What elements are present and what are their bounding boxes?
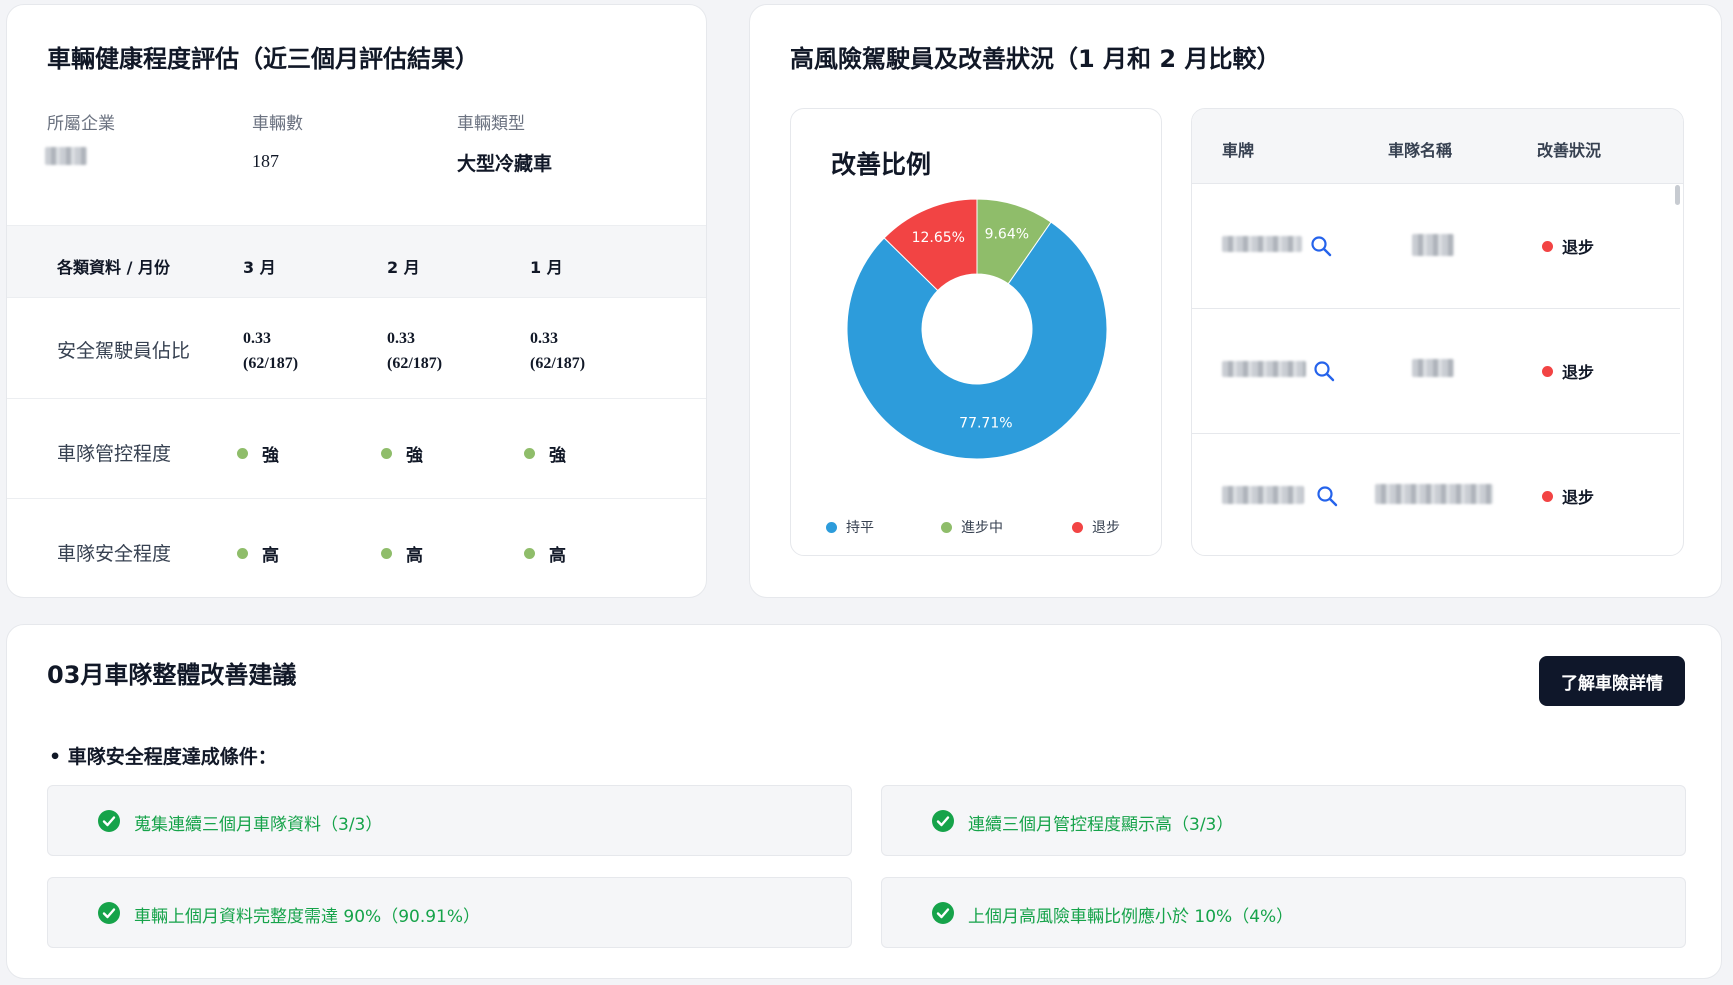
condition-text: 車輛上個月資料完整度需達 90%（90.91%） (134, 907, 481, 927)
company-name-redacted (45, 147, 87, 165)
plate-redacted (1222, 361, 1306, 377)
search-icon[interactable] (1309, 234, 1333, 258)
row-label-safe-driver: 安全駕駛員佔比 (57, 340, 191, 362)
risk-table-header: 車牌 車隊名稱 改善狀況 (1192, 109, 1683, 184)
status-dot-icon (1542, 240, 1553, 252)
donut-slice-label: 77.71% (959, 416, 1012, 432)
improvement-status: 退步 (1542, 359, 1594, 383)
insurance-details-button[interactable]: 了解車險詳情 (1539, 656, 1685, 706)
header-improvement-status: 改善狀況 (1537, 141, 1602, 160)
achievement-conditions-heading: • 車隊安全程度達成條件： (49, 746, 277, 768)
table-row: 退步 (1192, 434, 1680, 555)
check-circle-icon (98, 902, 120, 924)
donut-slice-label: 9.64% (985, 227, 1029, 243)
legend-dot-icon (941, 521, 952, 533)
safe-driver-march: 0.33 (62/187) (243, 330, 299, 372)
status-dot-icon (1542, 365, 1553, 377)
condition-item: 車輛上個月資料完整度需達 90%（90.91%） (47, 877, 852, 948)
condition-text: 上個月高風險車輛比例應小於 10%（4%） (968, 907, 1294, 927)
donut-slice-label: 12.65% (912, 230, 965, 246)
vehicle-count-value: 187 (252, 151, 279, 171)
row-label-control: 車隊管控程度 (57, 443, 172, 465)
fleet-name-redacted (1412, 234, 1454, 256)
safety-january: 高 (524, 541, 566, 566)
plate-redacted (1222, 236, 1302, 252)
header-category-month: 各類資料 / 月份 (57, 258, 170, 277)
company-label: 所屬企業 (47, 114, 115, 134)
status-dot-icon (237, 448, 248, 459)
status-dot-icon (524, 448, 535, 459)
table-row-safety: 車隊安全程度 高 高 高 (7, 499, 706, 597)
status-dot-icon (381, 548, 392, 559)
legend-item-regress[interactable]: 退步 (1072, 517, 1120, 537)
check-circle-icon (98, 810, 120, 832)
vehicle-count-label: 車輛數 (252, 114, 303, 134)
vehicle-health-card: 車輛健康程度評估（近三個月評估結果） 所屬企業 車輛數 187 車輛類型 大型冷… (6, 4, 707, 598)
table-row: 退步 (1192, 184, 1680, 309)
control-january: 強 (524, 441, 566, 466)
safety-february: 高 (381, 541, 423, 566)
fleet-name-redacted (1375, 484, 1493, 504)
risk-driver-table[interactable]: 車牌 車隊名稱 改善狀況 退步 退步 退步 (1191, 108, 1684, 556)
header-plate: 車牌 (1222, 141, 1255, 160)
status-dot-icon (1542, 490, 1553, 502)
header-january: 1 月 (530, 258, 563, 277)
plate-redacted (1222, 486, 1304, 504)
table-row: 退步 (1192, 309, 1680, 434)
legend-item-flat[interactable]: 持平 (826, 517, 874, 537)
suggestion-title: 03月車隊整體改善建議 (47, 661, 297, 689)
status-dot-icon (237, 548, 248, 559)
header-fleet-name: 車隊名稱 (1388, 141, 1453, 160)
high-risk-driver-card: 高風險駕駛員及改善狀況（1 月和 2 月比較） 改善比例 9.64% 77.71%… (749, 4, 1722, 598)
condition-item: 蒐集連續三個月車隊資料（3/3） (47, 785, 852, 856)
health-card-title: 車輛健康程度評估（近三個月評估結果） (47, 45, 479, 73)
safe-driver-february: 0.33 (62/187) (387, 330, 443, 372)
condition-item: 上個月高風險車輛比例應小於 10%（4%） (881, 877, 1686, 948)
condition-text: 蒐集連續三個月車隊資料（3/3） (134, 815, 383, 835)
safe-driver-january: 0.33 (62/187) (530, 330, 586, 372)
table-row-safe-driver: 安全駕駛員佔比 0.33 (62/187) 0.33 (62/187) 0.33 (6… (7, 298, 706, 399)
condition-text: 連續三個月管控程度顯示高（3/3） (968, 815, 1234, 835)
vehicle-type-label: 車輛類型 (457, 114, 525, 134)
check-circle-icon (932, 902, 954, 924)
risk-card-title: 高風險駕駛員及改善狀況（1 月和 2 月比較） (790, 45, 1281, 73)
legend-dot-icon (1072, 521, 1083, 533)
check-circle-icon (932, 810, 954, 832)
health-table-header: 各類資料 / 月份 3 月 2 月 1 月 (7, 225, 706, 298)
improvement-suggestion-card: 03月車隊整體改善建議 了解車險詳情 • 車隊安全程度達成條件： 蒐集連續三個月… (6, 624, 1722, 979)
header-march: 3 月 (243, 258, 276, 277)
legend-dot-icon (826, 521, 837, 533)
vehicle-type-value: 大型冷藏車 (457, 153, 553, 175)
legend-item-improving[interactable]: 進步中 (941, 517, 1003, 537)
control-march: 強 (237, 441, 279, 466)
search-icon[interactable] (1315, 484, 1339, 508)
search-icon[interactable] (1312, 359, 1336, 383)
status-dot-icon (381, 448, 392, 459)
condition-item: 連續三個月管控程度顯示高（3/3） (881, 785, 1686, 856)
table-row-control: 車隊管控程度 強 強 強 (7, 399, 706, 499)
improvement-donut-chart: 9.64% 77.71% 12.65% (846, 198, 1108, 460)
status-dot-icon (524, 548, 535, 559)
control-february: 強 (381, 441, 423, 466)
row-label-safety: 車隊安全程度 (57, 543, 172, 565)
safety-march: 高 (237, 541, 279, 566)
header-february: 2 月 (387, 258, 420, 277)
fleet-name-redacted (1412, 359, 1454, 377)
improvement-status: 退步 (1542, 484, 1594, 508)
improvement-status: 退步 (1542, 234, 1594, 258)
improvement-chart-card: 改善比例 9.64% 77.71% 12.65% 持平 進步中 退步 (790, 108, 1162, 556)
